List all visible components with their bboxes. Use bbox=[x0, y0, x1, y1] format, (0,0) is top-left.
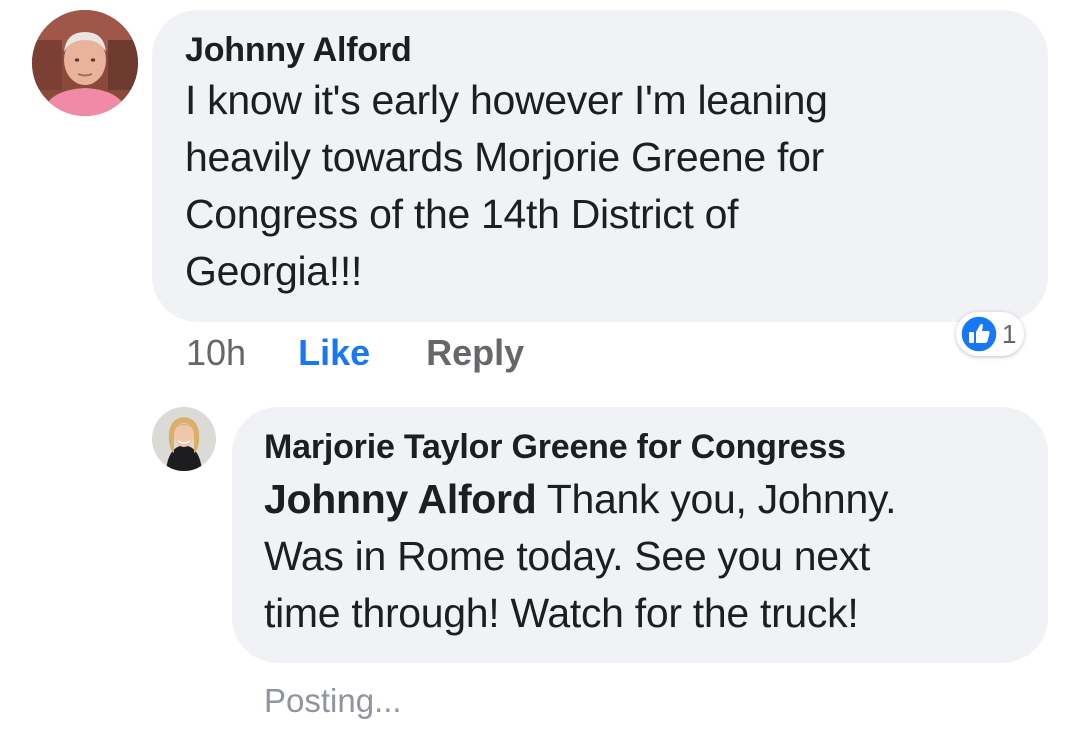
comment-actions: 10h Like Reply bbox=[186, 330, 524, 376]
comment-timestamp[interactable]: 10h bbox=[186, 332, 246, 374]
reply-author[interactable]: Marjorie Taylor Greene for Congress bbox=[264, 425, 1018, 469]
reply-button[interactable]: Reply bbox=[426, 332, 524, 374]
comment-text-line: heavily towards Morjorie Greene for bbox=[185, 134, 824, 180]
comment-text-line: I know it's early however I'm leaning bbox=[185, 77, 828, 123]
like-button[interactable]: Like bbox=[298, 332, 370, 374]
profile-photo-older-man-icon bbox=[32, 10, 138, 116]
comment-text-line: Congress of the 14th District of bbox=[185, 191, 739, 237]
comment-text: I know it's early however I'm leaning he… bbox=[185, 72, 1018, 300]
reaction-count-chip[interactable]: 1 bbox=[956, 312, 1025, 356]
comment-author[interactable]: Johnny Alford bbox=[185, 28, 1018, 72]
comment-bubble: Johnny Alford I know it's early however … bbox=[152, 10, 1048, 322]
profile-photo-woman-icon bbox=[152, 407, 216, 471]
replier-avatar[interactable] bbox=[152, 407, 216, 471]
comment-text-line: Georgia!!! bbox=[185, 248, 363, 294]
reaction-count: 1 bbox=[1002, 318, 1017, 349]
thumbs-up-icon bbox=[960, 315, 998, 353]
reply-text-line: Was in Rome today. See you next bbox=[264, 533, 871, 579]
comment-thread: Johnny Alford I know it's early however … bbox=[0, 0, 1080, 739]
mention-link[interactable]: Johnny Alford bbox=[264, 476, 537, 522]
reply-text-line: time through! Watch for the truck! bbox=[264, 590, 859, 636]
reply-text: Johnny Alford Thank you, Johnny. Was in … bbox=[264, 471, 1018, 642]
posting-status: Posting... bbox=[264, 682, 402, 719]
reply-text-line: Johnny Alford Thank you, Johnny. bbox=[264, 471, 1018, 528]
reply-text-fragment: Thank you, Johnny. bbox=[536, 476, 897, 522]
reply-bubble: Marjorie Taylor Greene for Congress John… bbox=[232, 407, 1048, 663]
commenter-avatar[interactable] bbox=[32, 10, 138, 116]
